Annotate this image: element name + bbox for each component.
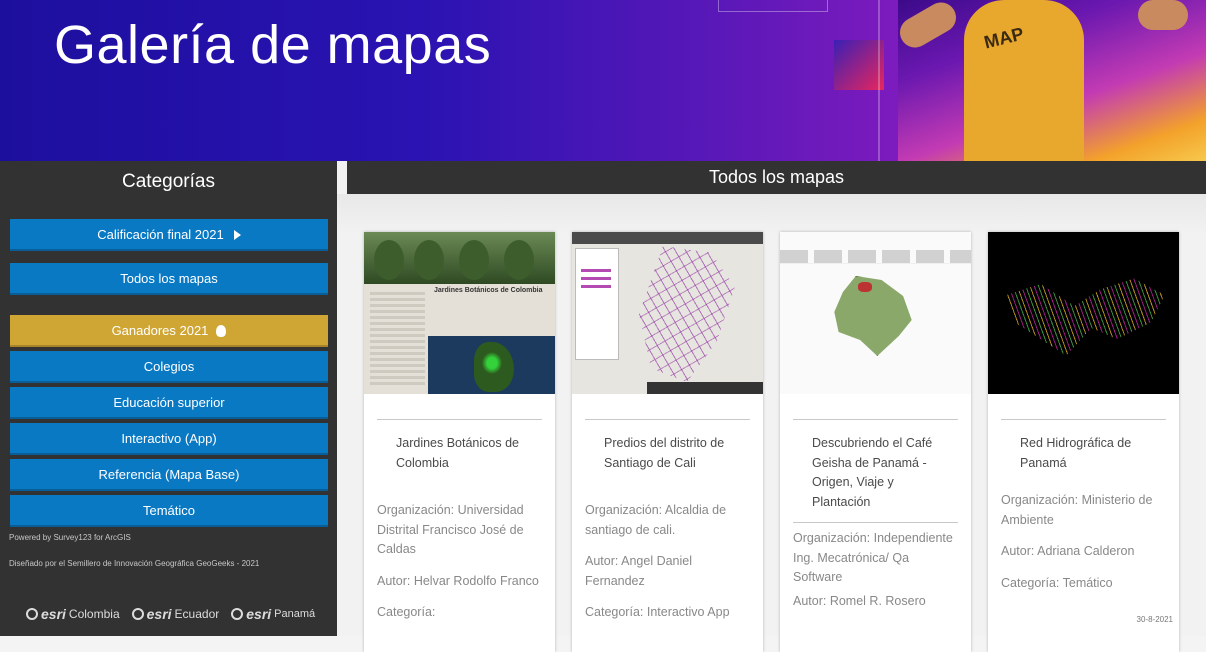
thumbnail-title: Jardines Botánicos de Colombia (434, 287, 543, 294)
category-label: Temático (142, 503, 196, 518)
category-sidebar: Categorías Calificación final 2021 Todos… (0, 161, 337, 636)
credits-text: Diseñado por el Semillero de Innovación … (9, 559, 260, 568)
category-button-tematico[interactable]: Temático (10, 495, 328, 527)
card-author: Autor: Angel Daniel Fernandez (585, 554, 693, 588)
card-title[interactable]: Predios del distrito de Santiago de Cali (604, 434, 731, 473)
globe-icon (26, 608, 38, 620)
card-organization: Organización: Universidad Distrital Fran… (377, 503, 524, 556)
map-thumbnail[interactable] (780, 232, 971, 394)
gallery-heading: Todos los mapas (347, 161, 1206, 194)
category-button-colegios[interactable]: Colegios (10, 351, 328, 383)
esri-ecuador-logo[interactable]: esri Ecuador (126, 606, 226, 622)
partner-logos: esri Colombia esri Ecuador esri Panamá (20, 599, 320, 629)
card-title[interactable]: Jardines Botánicos de Colombia (396, 434, 523, 473)
category-label: Calificación final 2021 (97, 227, 224, 242)
powered-by-link[interactable]: Powered by Survey123 for ArcGIS (9, 533, 131, 542)
category-label: Todos los mapas (120, 271, 218, 286)
shirt-graphic: MAP (964, 0, 1084, 161)
decorative-square (834, 40, 884, 90)
card-author: Autor: Romel R. Rosero (793, 593, 926, 608)
lightbulb-icon (216, 325, 227, 337)
card-category: Categoría: Temático (1001, 575, 1113, 590)
category-button-calificacion[interactable]: Calificación final 2021 (10, 219, 328, 251)
map-thumbnail[interactable] (988, 232, 1179, 394)
decorative-line (878, 0, 880, 161)
card-date: 30-8-2021 (1136, 615, 1173, 624)
card-category: Categoría: Interactivo App (585, 605, 730, 619)
map-card[interactable]: Red Hidrográfica de Panamá Organización:… (988, 232, 1179, 652)
maps-gallery: Todos los mapas Jardines Botánicos de Co… (337, 161, 1206, 652)
esri-colombia-logo[interactable]: esri Colombia (20, 606, 126, 622)
category-label: Referencia (Mapa Base) (98, 467, 240, 482)
header-banner: Galería de mapas MAP (0, 0, 1206, 161)
map-thumbnail[interactable] (572, 232, 763, 394)
card-author: Autor: Adriana Calderon (1001, 544, 1135, 558)
category-button-interactivo[interactable]: Interactivo (App) (10, 423, 328, 455)
map-card[interactable]: Descubriendo el Café Geisha de Panamá - … (780, 232, 971, 652)
category-label: Ganadores 2021 (111, 323, 209, 338)
card-title[interactable]: Descubriendo el Café Geisha de Panamá - … (812, 434, 939, 512)
card-category: Categoría: (377, 605, 436, 619)
category-button-educacion-superior[interactable]: Educación superior (10, 387, 328, 419)
decorative-frame (718, 0, 828, 12)
map-card[interactable]: Predios del distrito de Santiago de Cali… (572, 232, 763, 652)
category-button-ganadores[interactable]: Ganadores 2021 (10, 315, 328, 347)
sidebar-heading: Categorías (122, 171, 215, 192)
category-button-todos[interactable]: Todos los mapas (10, 263, 328, 295)
map-card[interactable]: Jardines Botánicos de Colombia Jardines … (364, 232, 555, 652)
category-label: Educación superior (113, 395, 225, 410)
category-button-referencia[interactable]: Referencia (Mapa Base) (10, 459, 328, 491)
globe-icon (131, 608, 144, 620)
category-label: Colegios (143, 359, 195, 374)
shirt-text: MAP (982, 23, 1026, 53)
esri-panama-logo[interactable]: esri Panamá (225, 606, 321, 622)
card-organization: Organización: Alcaldia de santiago de ca… (585, 503, 727, 537)
globe-icon (231, 608, 244, 620)
card-title[interactable]: Red Hidrográfica de Panamá (1020, 434, 1147, 473)
page-title: Galería de mapas (54, 15, 492, 75)
banner-photo: MAP (898, 0, 1206, 161)
map-thumbnail[interactable]: Jardines Botánicos de Colombia (364, 232, 555, 394)
card-author: Autor: Helvar Rodolfo Franco (377, 573, 539, 588)
card-organization: Organización: Ministerio de Ambiente (1001, 493, 1153, 527)
card-organization: Organización: Independiente Ing. Mecatró… (793, 531, 953, 584)
play-triangle-icon (233, 230, 241, 240)
category-label: Interactivo (App) (121, 431, 217, 446)
